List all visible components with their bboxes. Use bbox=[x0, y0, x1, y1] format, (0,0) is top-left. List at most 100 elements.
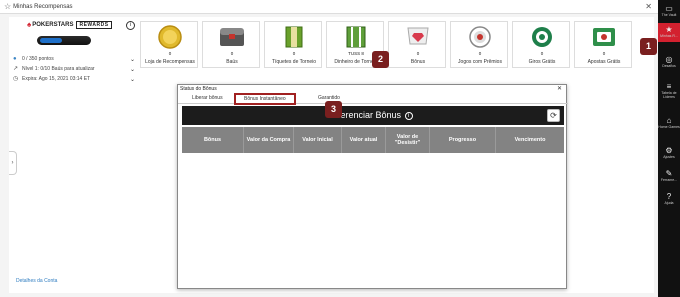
col-expiry[interactable]: Vencimento bbox=[496, 127, 564, 153]
star-icon: ☆ bbox=[4, 2, 12, 11]
pokerstars-rewards-logo: ♠ POKERSTARS REWARDS bbox=[27, 20, 112, 29]
card-bonus[interactable]: 0 Bônus bbox=[388, 21, 446, 68]
level-pill-fill bbox=[40, 38, 62, 43]
sidebar-item-label: The Vault bbox=[661, 13, 677, 17]
points-text: 0 / 350 pontos bbox=[22, 56, 54, 62]
card-label: Loja de Recompensas bbox=[145, 59, 195, 65]
dialog-title: Status do Bônus bbox=[180, 86, 217, 92]
sidebar-item-label: Ferrame... bbox=[660, 178, 678, 182]
spade-icon: ♠ bbox=[27, 20, 32, 29]
card-label: Jogos com Prêmios bbox=[458, 59, 502, 65]
sidebar-item-settings[interactable]: ⚙ Ajustes bbox=[658, 146, 680, 159]
expand-panel-handle[interactable]: › bbox=[9, 151, 17, 175]
card-count: 0 bbox=[602, 51, 606, 56]
level-text: Nível 1: 0/10 Baús para atualizar bbox=[22, 66, 95, 72]
clock-icon: ◷ bbox=[13, 76, 19, 82]
vault-icon: ▭ bbox=[665, 4, 673, 13]
free-spin-icon bbox=[532, 27, 552, 47]
card-label: Apostas Grátis bbox=[587, 59, 621, 65]
info-icon[interactable]: i bbox=[126, 21, 135, 30]
tab-release-bonus[interactable]: Liberar bônus bbox=[192, 95, 223, 101]
card-count: 0 bbox=[168, 51, 172, 56]
card-count: 0 bbox=[416, 51, 420, 56]
sidebar-item-label: Tabela de Líderes bbox=[661, 91, 677, 99]
col-initial-value[interactable]: Valor Inicial bbox=[294, 127, 342, 153]
expire-text: Expira: Ago 15, 2021 03:14 ET bbox=[22, 76, 91, 82]
coin-icon bbox=[158, 25, 182, 49]
sidebar-item-tools[interactable]: ✎ Ferrame... bbox=[658, 169, 680, 182]
card-chests[interactable]: 0 Baús bbox=[202, 21, 260, 68]
card-tournament-tickets[interactable]: 0 Tíquetes de Torneio bbox=[264, 21, 322, 68]
right-sidebar: ▭ The Vault ★ Minhas R... ◎ Desafios ≡ T… bbox=[658, 0, 680, 297]
home-icon: ⌂ bbox=[666, 116, 672, 125]
sidebar-item-my-rewards[interactable]: ★ Minhas R... bbox=[658, 23, 680, 42]
dialog-tabs: Liberar bônus Bônus Instantâneo Garantid… bbox=[178, 93, 568, 105]
gear-icon: ⚙ bbox=[665, 146, 673, 155]
target-icon: ◎ bbox=[665, 55, 673, 64]
bonus-status-dialog: Status do Bônus ✕ Liberar bônus Bônus In… bbox=[177, 84, 568, 289]
col-quit-value[interactable]: Valor de "Desistir" bbox=[386, 127, 430, 153]
free-bet-icon bbox=[593, 28, 615, 46]
col-progress[interactable]: Progresso bbox=[430, 127, 496, 153]
star-icon: ★ bbox=[665, 25, 673, 34]
col-current-value[interactable]: Valor atual bbox=[342, 127, 386, 153]
manage-bonus-header: Gerenciar Bônus i ⟳ bbox=[182, 106, 564, 125]
col-purchase-value[interactable]: Valor da Compra bbox=[244, 127, 294, 153]
tab-instant-bonus[interactable]: Bônus Instantâneo bbox=[234, 93, 296, 105]
arrow-up-icon: ↗ bbox=[13, 66, 19, 72]
chevron-down-icon[interactable]: ⌄ bbox=[130, 66, 135, 73]
card-label: Bônus bbox=[410, 59, 426, 65]
close-icon[interactable]: ✕ bbox=[557, 85, 562, 92]
expire-row[interactable]: ◷ Expira: Ago 15, 2021 03:14 ET ⌄ bbox=[13, 76, 135, 83]
chest-icon bbox=[220, 28, 244, 46]
prize-game-icon bbox=[469, 26, 491, 48]
sidebar-item-label: Ajustes bbox=[663, 155, 675, 159]
window-title: Minhas Recompensas bbox=[13, 3, 73, 10]
leaderboard-icon: ≡ bbox=[666, 82, 672, 91]
account-panel: ♠ POKERSTARS REWARDS i ● 0 / 350 pontos … bbox=[9, 17, 139, 293]
card-label: Tíquetes de Torneio bbox=[271, 59, 317, 65]
help-icon: ? bbox=[666, 192, 672, 201]
annotation-badge-3: 3 bbox=[325, 101, 342, 118]
level-row[interactable]: ↗ Nível 1: 0/10 Baús para atualizar ⌄ bbox=[13, 66, 135, 73]
sidebar-item-leaderboard[interactable]: ≡ Tabela de Líderes bbox=[658, 82, 680, 99]
refresh-icon[interactable]: ⟳ bbox=[547, 109, 560, 122]
card-free-bets[interactable]: 0 Apostas Grátis bbox=[574, 21, 632, 68]
drop-icon: ● bbox=[13, 56, 17, 62]
card-reward-store[interactable]: 0 Loja de Recompensas bbox=[140, 21, 198, 68]
wrench-icon: ✎ bbox=[665, 169, 673, 178]
ticket-icon bbox=[285, 26, 303, 48]
points-row[interactable]: ● 0 / 350 pontos ⌄ bbox=[13, 56, 135, 63]
col-bonus[interactable]: Bônus bbox=[182, 127, 244, 153]
card-label: Giros Grátis bbox=[528, 59, 556, 65]
level-pill bbox=[37, 36, 91, 45]
rewards-window: ☆ Minhas Recompensas ✕ ♠ POKERSTARS REWA… bbox=[0, 0, 658, 297]
sidebar-item-help[interactable]: ? Ajuda bbox=[658, 192, 680, 205]
card-prize-games[interactable]: 0 Jogos com Prêmios bbox=[450, 21, 508, 68]
card-free-spins[interactable]: 0 Giros Grátis bbox=[512, 21, 570, 68]
chevron-down-icon[interactable]: ⌄ bbox=[130, 76, 135, 83]
diamond-icon bbox=[407, 27, 429, 45]
card-count: 0 bbox=[478, 51, 482, 56]
bonus-table-header: Bônus Valor da Compra Valor Inicial Valo… bbox=[182, 127, 564, 153]
card-count: 0 bbox=[230, 51, 234, 56]
card-count: 0 bbox=[540, 51, 544, 56]
brand-name: POKERSTARS bbox=[32, 21, 74, 28]
info-icon[interactable]: i bbox=[404, 111, 413, 120]
cash-icon bbox=[346, 26, 366, 48]
close-icon[interactable]: ✕ bbox=[645, 2, 652, 11]
title-bar: ☆ Minhas Recompensas ✕ bbox=[0, 0, 658, 14]
rewards-tag: REWARDS bbox=[76, 20, 112, 29]
annotation-badge-2: 2 bbox=[372, 51, 389, 68]
card-label: Baús bbox=[226, 59, 238, 65]
sidebar-item-label: Home Games bbox=[658, 125, 680, 129]
chevron-down-icon[interactable]: ⌄ bbox=[130, 56, 135, 63]
annotation-badge-1: 1 bbox=[640, 38, 657, 55]
sidebar-item-home-games[interactable]: ⌂ Home Games bbox=[658, 116, 680, 129]
sidebar-item-vault[interactable]: ▭ The Vault bbox=[658, 4, 680, 17]
sidebar-item-label: Minhas R... bbox=[660, 34, 678, 38]
sidebar-item-label: Desafios bbox=[662, 64, 676, 68]
card-count: 0 bbox=[292, 51, 296, 56]
sidebar-item-challenges[interactable]: ◎ Desafios bbox=[658, 55, 680, 68]
account-details-link[interactable]: Detalhes da Conta bbox=[16, 278, 57, 284]
